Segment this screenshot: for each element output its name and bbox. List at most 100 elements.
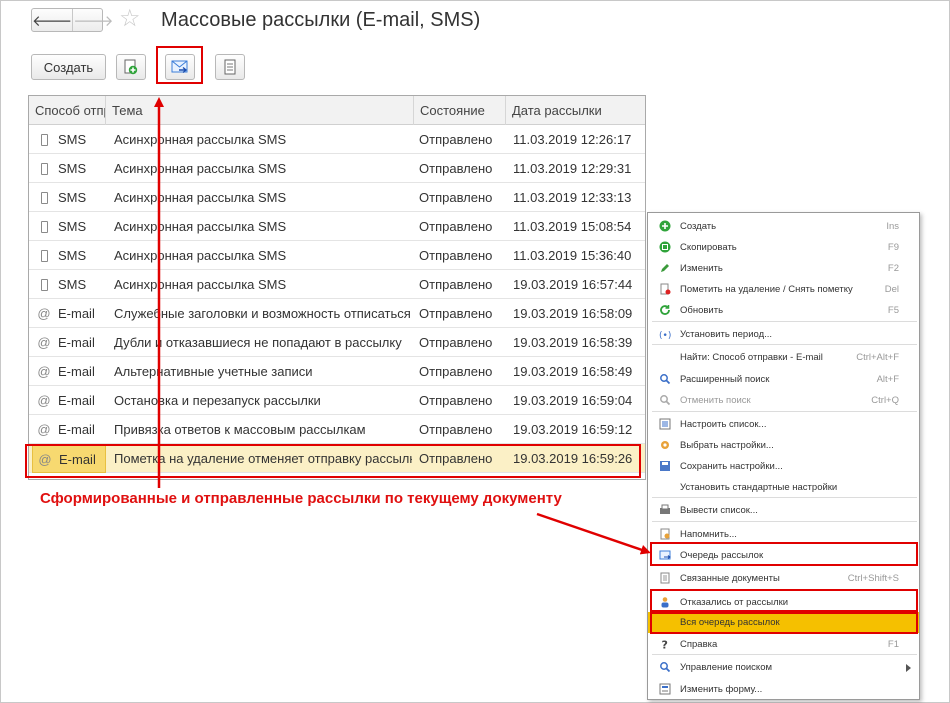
help-icon: ? [659, 638, 671, 651]
mailings-table: Способ отправки Тема Состояние Дата расс… [28, 95, 646, 480]
method-text: SMS [58, 277, 87, 292]
document-icon [224, 59, 236, 75]
create-button[interactable]: Создать [31, 54, 106, 80]
menu-item-label: Расширенный поиск [680, 374, 770, 385]
cell-subject: Асинхронная рассылка SMS [114, 277, 287, 292]
table-row[interactable]: SMS Асинхронная рассылка SMS Отправлено 11.… [29, 125, 645, 154]
menu-item-1[interactable]: Создать Ins [648, 216, 919, 237]
menu-item-shortcut: F5 [887, 305, 899, 316]
table-row[interactable]: @ E-mail Остановка и перезапуск рассылки От… [29, 386, 645, 415]
method-text: SMS [58, 219, 87, 234]
search-icon [659, 373, 671, 385]
at-sign-icon: @ [37, 364, 51, 379]
menu-item-8[interactable]: Расширенный поиск Alt+F [648, 369, 919, 390]
favorite-star-icon[interactable]: ☆ [119, 6, 141, 32]
table-row[interactable]: @ E-mail Привязка ответов к массовым рассы… [29, 415, 645, 444]
table-row[interactable]: @ E-mail Альтернативные учетные записи Отпр… [29, 357, 645, 386]
method-text: SMS [58, 248, 87, 263]
cell-status: Отправлено [419, 422, 493, 437]
search-manage-icon [659, 661, 671, 673]
table-header: Способ отправки Тема Состояние Дата расс… [29, 96, 645, 125]
menu-item-5[interactable]: Обновить F5 [648, 300, 919, 321]
cell-status: Отправлено [419, 219, 493, 234]
menu-item-label: Справка [680, 639, 718, 650]
cell-method: @ E-mail [32, 415, 106, 444]
menu-item-label: Создать [680, 221, 717, 232]
create-copy-button[interactable] [116, 54, 146, 80]
menu-item-20[interactable]: ? Справка F1 [648, 634, 919, 655]
table-row[interactable]: SMS Асинхронная рассылка SMS Отправлено 11.… [29, 212, 645, 241]
choose-settings-icon [659, 439, 671, 451]
menu-item-6[interactable]: (•) Установить период... [648, 324, 919, 345]
menu-item-2[interactable]: Скопировать F9 [648, 237, 919, 258]
menu-item-label: Выбрать настройки... [680, 440, 774, 451]
menu-item-label: Управление поиском [680, 662, 773, 673]
menu-item-3[interactable]: Изменить F2 [648, 258, 919, 279]
cell-date: 11.03.2019 15:36:40 [513, 248, 632, 263]
document-button[interactable] [215, 54, 245, 80]
cell-status: Отправлено [419, 277, 493, 292]
method-text: SMS [58, 132, 87, 147]
at-sign-icon: @ [37, 393, 51, 408]
menu-item-7[interactable]: Найти: Способ отправки - E-mail Ctrl+Alt+… [648, 347, 919, 368]
menu-item-label: Отменить поиск [680, 395, 751, 406]
menu-item-shortcut: Del [884, 284, 899, 295]
menu-item-shortcut: Ins [886, 221, 899, 232]
table-row[interactable]: SMS Асинхронная рассылка SMS Отправлено 11.… [29, 183, 645, 212]
menu-item-13[interactable]: Установить стандартные настройки [648, 477, 919, 498]
print-list-icon [659, 504, 671, 516]
menu-item-4[interactable]: Пометить на удаление / Снять пометку Del [648, 279, 919, 300]
menu-item-10[interactable]: Настроить список... [648, 414, 919, 435]
cell-status: Отправлено [419, 335, 493, 350]
copy-icon [659, 241, 671, 253]
menu-item-14[interactable]: Вывести список... [648, 500, 919, 521]
cell-date: 11.03.2019 12:33:13 [513, 190, 632, 205]
column-date[interactable]: Дата рассылки [506, 96, 645, 125]
at-sign-icon: @ [37, 306, 51, 321]
cell-method: @ E-mail [32, 386, 106, 415]
menu-item-label: Изменить форму... [680, 684, 763, 695]
column-status[interactable]: Состояние [414, 96, 506, 125]
forward-button[interactable]: 🡒 [72, 9, 113, 31]
cell-date: 11.03.2019 12:26:17 [513, 132, 632, 147]
selected-row-highlight [25, 444, 641, 478]
menu-item-22[interactable]: Изменить форму... [648, 679, 919, 700]
back-button[interactable]: 🡐 [32, 9, 72, 31]
cell-method: SMS [32, 241, 106, 270]
cell-status: Отправлено [419, 306, 493, 321]
method-text: E-mail [58, 364, 95, 379]
menu-item-shortcut: F2 [887, 263, 899, 274]
cell-method: SMS [32, 212, 106, 241]
menu-item-11[interactable]: Выбрать настройки... [648, 435, 919, 456]
column-subject[interactable]: Тема [106, 96, 414, 125]
menu-item-12[interactable]: Сохранить настройки... [648, 456, 919, 477]
all-queue-menu-highlight [650, 612, 918, 634]
menu-item-21[interactable]: Управление поиском [648, 657, 919, 678]
cell-subject: Асинхронная рассылка SMS [114, 219, 287, 234]
table-row[interactable]: @ E-mail Служебные заголовки и возможность… [29, 299, 645, 328]
table-row[interactable]: @ E-mail Дубли и отказавшиеся не попадают … [29, 328, 645, 357]
column-method[interactable]: Способ отправки [29, 96, 106, 125]
cell-subject: Альтернативные учетные записи [114, 364, 313, 379]
cell-date: 11.03.2019 15:08:54 [513, 219, 632, 234]
plus-icon [659, 220, 671, 232]
table-row[interactable]: SMS Асинхронная рассылка SMS Отправлено 11.… [29, 154, 645, 183]
cell-date: 19.03.2019 16:58:39 [513, 335, 633, 350]
phone-icon [36, 241, 52, 270]
menu-item-17[interactable]: Связанные документы Ctrl+Shift+S [648, 568, 919, 589]
cell-subject: Асинхронная рассылка SMS [114, 161, 287, 176]
cell-subject: Служебные заголовки и возможность отписа… [114, 306, 411, 321]
method-text: SMS [58, 161, 87, 176]
phone-icon [36, 270, 52, 299]
table-row[interactable]: SMS Асинхронная рассылка SMS Отправлено 19.… [29, 270, 645, 299]
phone-icon [36, 183, 52, 212]
method-text: E-mail [58, 422, 95, 437]
menu-item-shortcut: F9 [887, 242, 899, 253]
table-row[interactable]: SMS Асинхронная рассылка SMS Отправлено 11.… [29, 241, 645, 270]
at-sign-icon: @ [37, 335, 51, 350]
menu-item-9[interactable]: Отменить поиск Ctrl+Q [648, 390, 919, 411]
pencil-icon [659, 262, 671, 274]
delete-mark-icon [659, 283, 671, 295]
method-text: SMS [58, 190, 87, 205]
cell-status: Отправлено [419, 161, 493, 176]
